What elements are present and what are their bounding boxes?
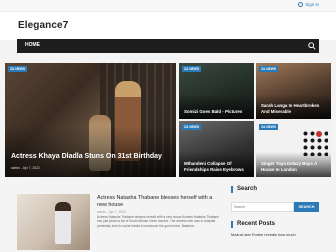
featured-post-main[interactable]: ZA NEWS Actress Khaya Dladla Stuns On 31… (5, 63, 176, 177)
user-icon (298, 2, 304, 7)
post-title[interactable]: Mthandeni Collapse Of Friendships Raise … (184, 161, 250, 172)
nav-item-home[interactable]: HOME (25, 42, 40, 48)
photo-figure (55, 202, 71, 244)
recent-post-link[interactable]: Mzansi star Emtee reveals how much (231, 232, 319, 238)
top-bar: Sign in (0, 0, 336, 12)
post-title[interactable]: Singer Toya Delazy Buys A House In Londo… (261, 161, 327, 172)
article-thumbnail[interactable] (17, 194, 90, 250)
category-badge[interactable]: ZA NEWS (8, 66, 28, 72)
article-excerpt: Actress Natasha Thabane blesses herself … (97, 215, 219, 228)
category-badge[interactable]: ZA NEWS (182, 66, 202, 72)
article-meta: admin - Apr 7, 2022 (97, 210, 126, 214)
sign-in-label: Sign in (305, 2, 319, 7)
featured-grid: ZA NEWS Actress Khaya Dladla Stuns On 31… (5, 63, 331, 177)
article-title[interactable]: Actress Natasha Thabane blesses herself … (97, 195, 222, 209)
recent-posts-title: Recent Posts (231, 221, 319, 228)
search-form: SEARCH (231, 202, 319, 212)
post-title[interactable]: Sarah Langa Is Heartbroken And Miserable (261, 103, 327, 114)
featured-post-small[interactable]: ZA NEWS Singer Toya Delazy Buys A House … (256, 121, 331, 177)
site-logo[interactable]: Elegance7 (18, 20, 68, 31)
search-icon[interactable] (308, 42, 316, 50)
sidebar: Search SEARCH Recent Posts Mzansi star E… (231, 186, 319, 252)
post-title[interactable]: Actress Khaya Dladla Stuns On 31st Birth… (11, 153, 162, 161)
overlay (179, 93, 254, 119)
main-nav: HOME (17, 39, 319, 53)
category-badge[interactable]: ZA NEWS (182, 124, 202, 130)
sign-in-link[interactable]: Sign in (298, 2, 319, 7)
featured-post-small[interactable]: ZA NEWS Mthandeni Collapse Of Friendship… (179, 121, 254, 177)
category-badge[interactable]: ZA NEWS (259, 124, 279, 130)
featured-post-small[interactable]: ZA NEWS Somizi Goes Bald - Pictures (179, 63, 254, 119)
featured-post-small[interactable]: ZA NEWS Sarah Langa Is Heartbroken And M… (256, 63, 331, 119)
post-title[interactable]: Somizi Goes Bald - Pictures (184, 109, 250, 114)
search-widget-title: Search (231, 186, 319, 193)
search-button[interactable]: SEARCH (294, 202, 319, 212)
search-input[interactable] (231, 202, 294, 212)
category-badge[interactable]: ZA NEWS (259, 66, 279, 72)
artwork-accent (316, 131, 322, 137)
article-card: Actress Natasha Thabane blesses herself … (17, 186, 225, 250)
post-meta: admin - Apr 7, 2022 (11, 166, 40, 170)
